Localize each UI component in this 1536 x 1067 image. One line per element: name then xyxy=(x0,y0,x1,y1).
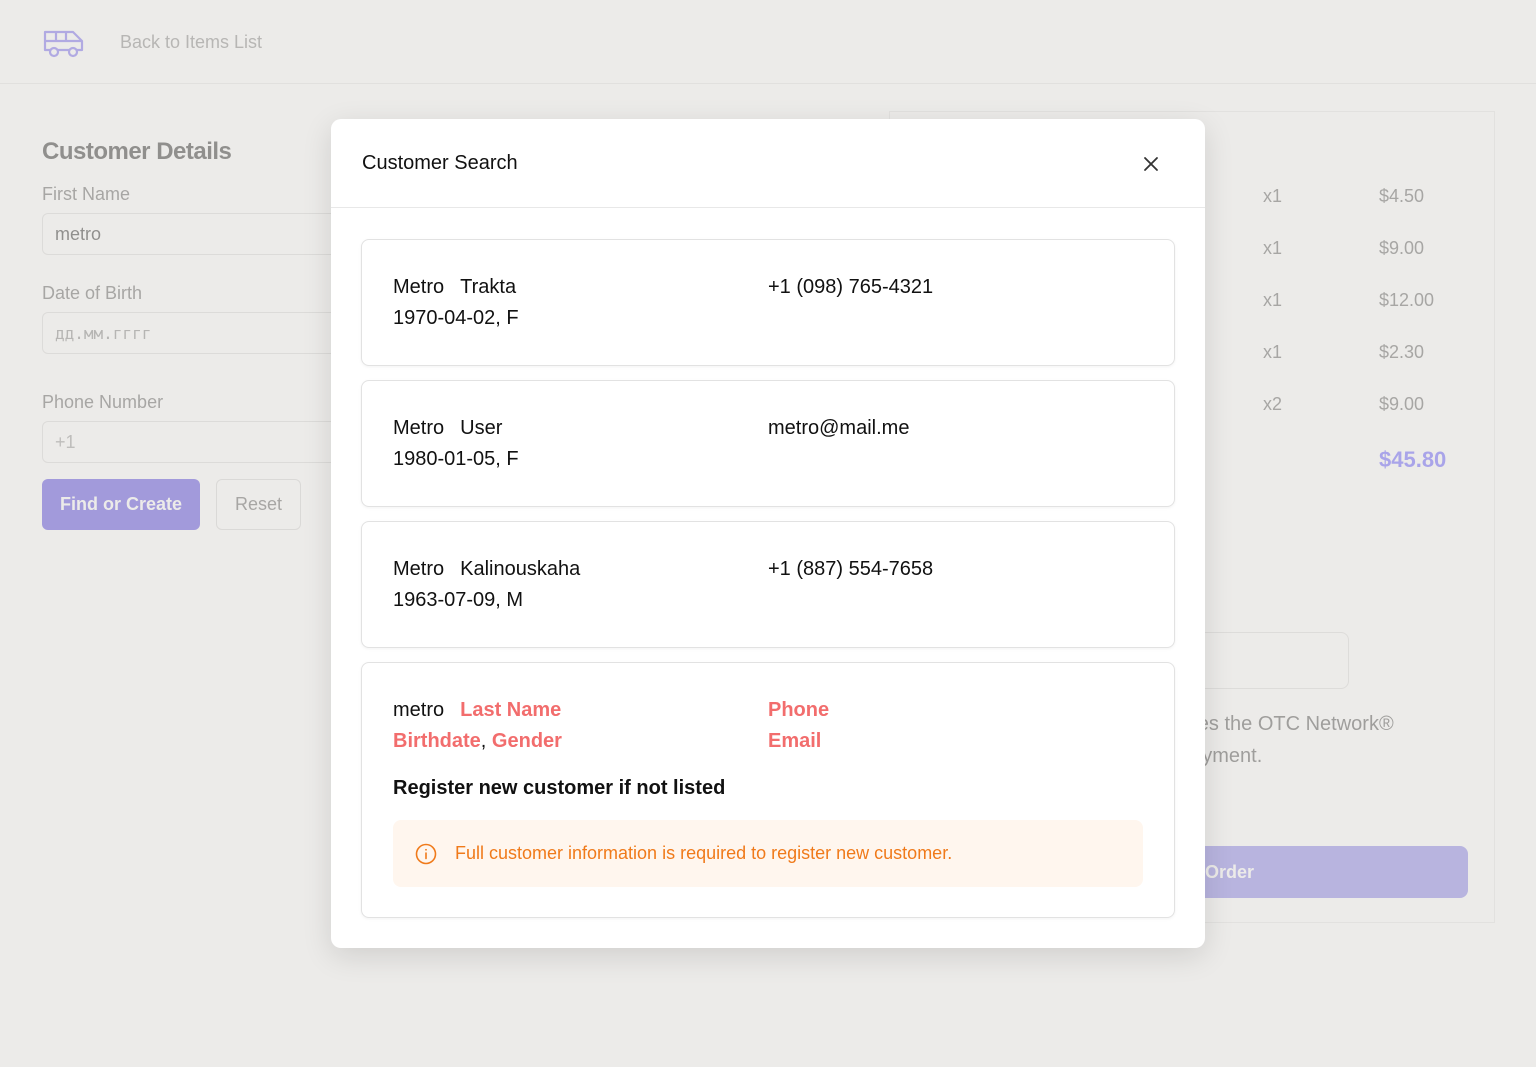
new-customer-dob-gender: Birthdate, Gender xyxy=(393,730,562,753)
customer-contact: +1 (098) 765-4321 xyxy=(768,276,934,298)
customer-name: Metro Kalinouskaha xyxy=(393,558,580,581)
customer-first-name: Metro xyxy=(393,417,445,439)
separator: , xyxy=(480,730,487,752)
new-customer-card[interactable]: metro Last Name Birthdate, Gender Phone E… xyxy=(361,662,1175,918)
new-customer-first-name: metro xyxy=(393,699,445,721)
customer-result-card[interactable]: Metro User 1980-01-05, F metro@mail.me xyxy=(361,380,1175,507)
customer-contact: +1 (887) 554-7658 xyxy=(768,558,934,580)
close-icon[interactable] xyxy=(1139,152,1163,176)
modal-header: Customer Search xyxy=(331,119,1205,208)
customer-result-card[interactable]: Metro Kalinouskaha 1963-07-09, M +1 (887)… xyxy=(361,521,1175,648)
customer-dob-gender: 1980-01-05, F xyxy=(393,448,519,470)
customer-result-card[interactable]: Metro Trakta 1970-04-02, F +1 (098) 765-4… xyxy=(361,239,1175,366)
customer-first-name: Metro xyxy=(393,558,445,580)
new-customer-name: metro Last Name xyxy=(393,699,561,722)
customer-last-name: Kalinouskaha xyxy=(460,558,581,580)
info-alert: Full customer information is required to… xyxy=(393,820,1143,887)
register-note: Register new customer if not listed xyxy=(393,777,726,799)
customer-name: Metro Trakta xyxy=(393,276,516,299)
customer-first-name: Metro xyxy=(393,276,445,298)
missing-last-name: Last Name xyxy=(460,699,562,721)
missing-birthdate: Birthdate xyxy=(393,730,481,752)
customer-name: Metro User xyxy=(393,417,502,440)
customer-search-modal: Customer Search Metro Trakta 1970-04-02, … xyxy=(331,119,1205,948)
customer-last-name: User xyxy=(460,417,503,439)
customer-last-name: Trakta xyxy=(460,276,517,298)
customer-contact: metro@mail.me xyxy=(768,417,910,439)
missing-email: Email xyxy=(768,730,822,752)
missing-gender: Gender xyxy=(491,730,562,752)
customer-dob-gender: 1970-04-02, F xyxy=(393,307,519,329)
info-icon xyxy=(415,843,437,864)
alert-text: Full customer information is required to… xyxy=(455,843,953,863)
customer-dob-gender: 1963-07-09, M xyxy=(393,589,524,611)
modal-title: Customer Search xyxy=(362,152,518,174)
missing-phone: Phone xyxy=(768,699,830,721)
